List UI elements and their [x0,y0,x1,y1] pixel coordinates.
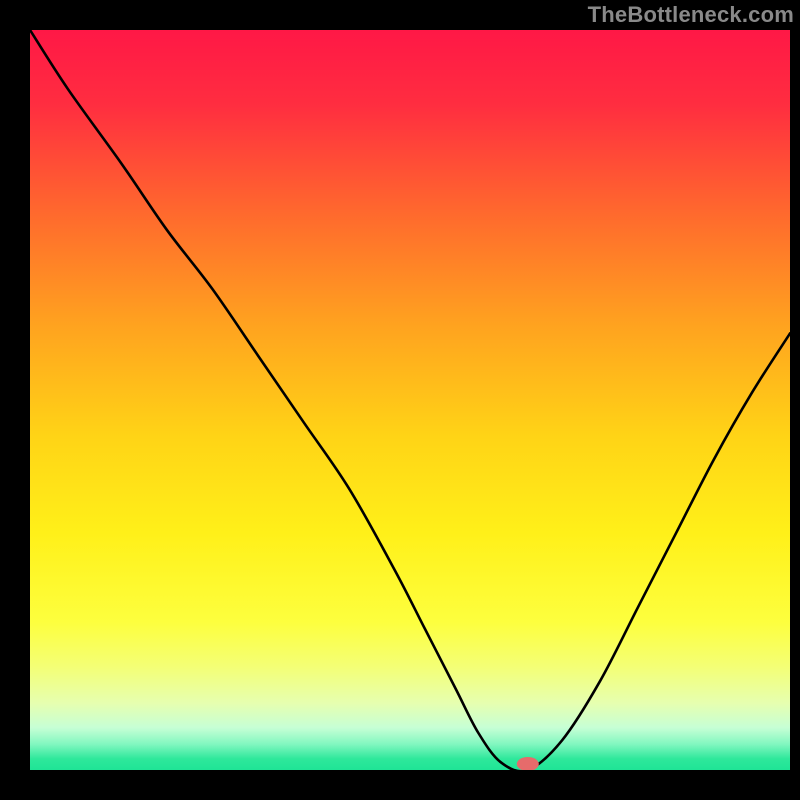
chart-frame: { "watermark": "TheBottleneck.com", "plo… [0,0,800,800]
optimal-marker [517,757,539,771]
watermark-text: TheBottleneck.com [588,2,794,28]
chart-svg [0,0,800,800]
plot-background [30,30,790,770]
